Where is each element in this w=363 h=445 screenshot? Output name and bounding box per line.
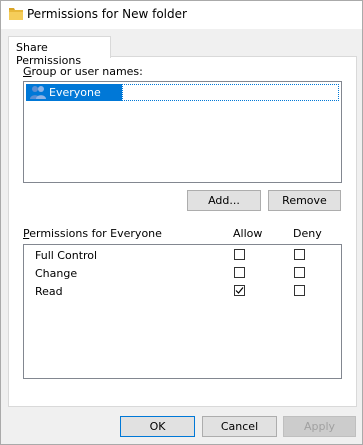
remove-button[interactable]: Remove [268, 190, 341, 211]
group-users-icon [30, 86, 46, 99]
dialog-window: Permissions for New folder Share Permiss… [0, 0, 363, 445]
window-title: Permissions for New folder [27, 7, 187, 21]
deny-read-checkbox[interactable] [294, 285, 305, 296]
deny-change-checkbox[interactable] [294, 267, 305, 278]
list-item-label: Everyone [49, 86, 101, 99]
permissions-label-rest: ermissions for Everyone [29, 227, 162, 240]
focus-rect [122, 84, 339, 101]
tab-share-permissions[interactable]: Share Permissions [8, 36, 111, 67]
folder-icon [9, 8, 23, 20]
permission-row-label: Full Control [35, 249, 98, 262]
permission-row-label: Change [35, 267, 78, 280]
group-list[interactable]: Everyone [23, 81, 342, 183]
tab-label: Share Permissions [16, 41, 82, 67]
deny-column-header: Deny [293, 227, 322, 240]
add-button[interactable]: Add... [187, 190, 261, 211]
checkmark-icon [235, 287, 244, 294]
deny-full-control-checkbox[interactable] [294, 249, 305, 260]
permissions-list[interactable]: Full Control Change Read [23, 244, 342, 379]
permission-row-label: Read [35, 285, 63, 298]
list-item-everyone[interactable]: Everyone [26, 84, 122, 101]
permissions-label: Permissions for Everyone [23, 227, 162, 240]
allow-change-checkbox[interactable] [234, 267, 245, 278]
allow-read-checkbox[interactable] [234, 285, 245, 296]
allow-full-control-checkbox[interactable] [234, 249, 245, 260]
cancel-button[interactable]: Cancel [202, 416, 277, 437]
allow-column-header: Allow [233, 227, 263, 240]
title-bar[interactable]: Permissions for New folder [1, 1, 362, 29]
apply-button[interactable]: Apply [283, 416, 356, 437]
ok-button[interactable]: OK [120, 416, 195, 437]
